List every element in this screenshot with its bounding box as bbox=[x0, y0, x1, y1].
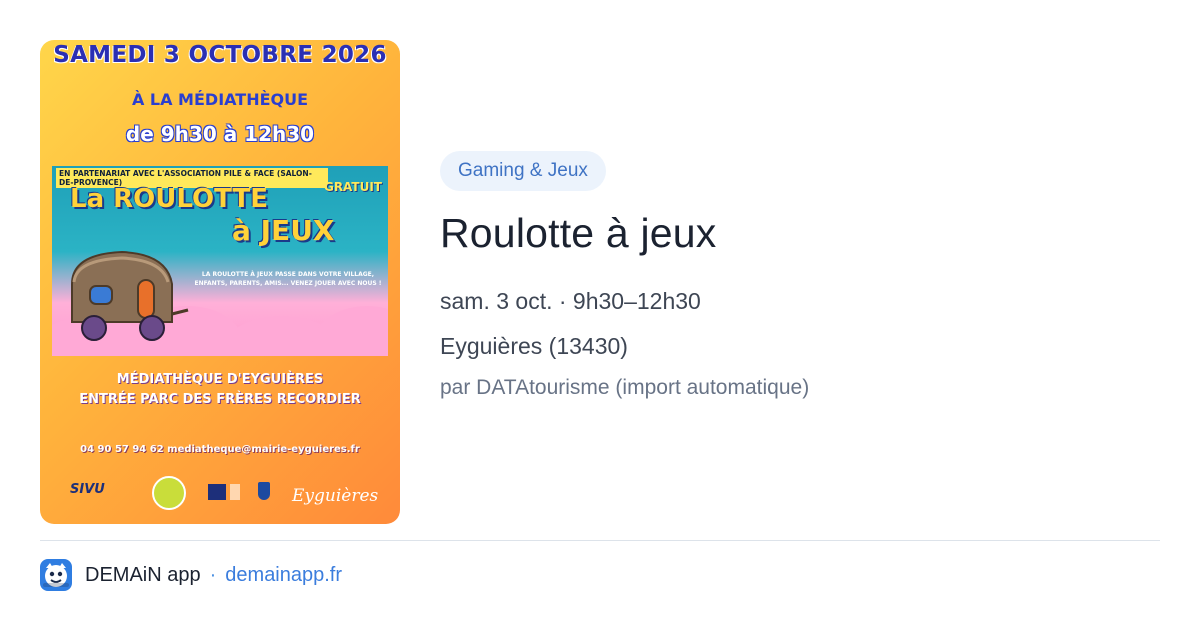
category-badge: Gaming & Jeux bbox=[440, 151, 606, 191]
poster-address: MÉDIATHÈQUE D'EYGUIÈRES ENTRÉE PARC DES … bbox=[40, 370, 400, 410]
app-domain-link[interactable]: demainapp.fr bbox=[225, 564, 342, 587]
caravan-illustration bbox=[71, 250, 189, 341]
event-datetime: sam. 3 oct. · 9h30–12h30 bbox=[440, 288, 701, 314]
poster-contact: 04 90 57 94 62 mediatheque@mairie-eyguie… bbox=[80, 444, 360, 455]
poster-partner-logos: SIVU Eyguières bbox=[40, 472, 400, 516]
app-logo-icon bbox=[40, 559, 72, 591]
poster-title-line2: à JEUX bbox=[232, 214, 335, 247]
round-partner-logo bbox=[152, 476, 186, 510]
poster-venue: À LA MÉDIATHÈQUE bbox=[131, 90, 309, 109]
event-poster-image: SAMEDI 3 OCTOBRE 2026 À LA MÉDIATHÈQUE d… bbox=[40, 40, 400, 524]
poster-address-line2: ENTRÉE PARC DES FRÈRES RECORDIER bbox=[79, 392, 361, 408]
eyguieres-logo: Eyguières bbox=[292, 486, 379, 506]
footer: DEMAiN app · demainapp.fr bbox=[40, 558, 342, 592]
poster-banner: EN PARTENARIAT AVEC L'ASSOCIATION PILE &… bbox=[52, 166, 388, 356]
poster-date: SAMEDI 3 OCTOBRE 2026 bbox=[53, 42, 387, 68]
poster-free-label: GRATUIT bbox=[323, 180, 382, 194]
footer-separator: · bbox=[209, 563, 217, 586]
footer-divider bbox=[40, 540, 1160, 541]
poster-title-line1: La ROULOTTE bbox=[70, 184, 268, 214]
sivu-logo: SIVU bbox=[70, 482, 105, 497]
department-logo bbox=[208, 484, 226, 500]
poster-subtitle: LA ROULOTTE À JEUX PASSE DANS VOTRE VILL… bbox=[194, 271, 382, 287]
event-source: par DATAtourisme (import automatique) bbox=[440, 376, 810, 399]
shield-logo bbox=[258, 482, 270, 500]
poster-hours: de 9h30 à 12h30 bbox=[125, 122, 315, 146]
app-name: DEMAiN app bbox=[85, 563, 201, 586]
department-logo-text bbox=[230, 484, 240, 500]
event-location: Eyguières (13430) bbox=[440, 333, 628, 359]
event-title: Roulotte à jeux bbox=[440, 210, 717, 256]
poster-address-line1: MÉDIATHÈQUE D'EYGUIÈRES bbox=[116, 372, 324, 387]
